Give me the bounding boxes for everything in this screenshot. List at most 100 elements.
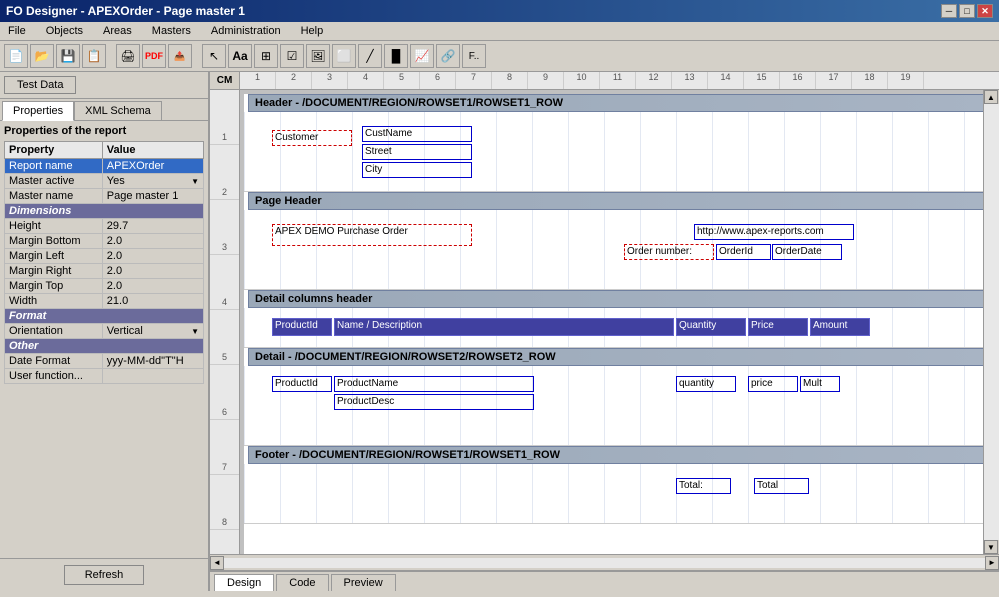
- field-productdesc-field[interactable]: ProductDesc: [334, 394, 534, 410]
- field-mult-field[interactable]: Mult: [800, 376, 840, 392]
- field-demo-title[interactable]: APEX DEMO Purchase Order: [272, 224, 472, 246]
- ruler-tick: 5: [384, 72, 420, 89]
- section-content-detail: ProductIdProductName quantity priceMult Pro…: [244, 366, 983, 446]
- menu-help[interactable]: Help: [297, 24, 328, 38]
- menu-areas[interactable]: Areas: [99, 24, 136, 38]
- prop-label: Margin Bottom: [5, 234, 103, 249]
- section-content-detail-col-header: ProductIdName / DescriptionQuantityPrice…: [244, 308, 983, 348]
- menubar: File Objects Areas Masters Administratio…: [0, 22, 999, 41]
- prop-label: Margin Top: [5, 279, 103, 294]
- vertical-ruler: 12345678910: [210, 90, 240, 554]
- ruler-tick: 6: [420, 72, 456, 89]
- section-content-page-header: APEX DEMO Purchase Order http://www.apex-…: [244, 210, 983, 290]
- prop-value: 29.7: [102, 219, 203, 234]
- field-amount-col[interactable]: Amount: [810, 318, 870, 336]
- vscrollbar[interactable]: ▲ ▼: [983, 90, 999, 554]
- pdf-btn[interactable]: PDF: [142, 44, 166, 68]
- prop-value: 2.0: [102, 234, 203, 249]
- menu-masters[interactable]: Masters: [148, 24, 195, 38]
- field-quantity-field[interactable]: quantity: [676, 376, 736, 392]
- menu-objects[interactable]: Objects: [42, 24, 87, 38]
- line-tool[interactable]: ╱: [358, 44, 382, 68]
- ruler-tick: 7: [456, 72, 492, 89]
- print-btn[interactable]: 🖨: [116, 44, 140, 68]
- tab-xml-schema[interactable]: XML Schema: [74, 101, 162, 120]
- section-content-header: Customer CustName Street City: [244, 112, 983, 192]
- tab-code[interactable]: Code: [276, 574, 328, 591]
- field-street-field[interactable]: Street: [362, 144, 472, 160]
- field-productid-field[interactable]: ProductId: [272, 376, 332, 392]
- ruler-tick: 14: [708, 72, 744, 89]
- menu-administration[interactable]: Administration: [207, 24, 285, 38]
- prop-label: Margin Right: [5, 264, 103, 279]
- test-data-bar: Test Data: [0, 72, 208, 99]
- ruler-ticks: 12345678910111213141516171819: [240, 72, 924, 89]
- chart-tool[interactable]: 📈: [410, 44, 434, 68]
- image-tool[interactable]: 🖼: [306, 44, 330, 68]
- open-btn[interactable]: 📂: [30, 44, 54, 68]
- section-band-page-header: Page Header: [248, 192, 983, 210]
- field-total-label[interactable]: Total:: [676, 478, 731, 494]
- check-tool[interactable]: ☑: [280, 44, 304, 68]
- table-tool[interactable]: ⊞: [254, 44, 278, 68]
- link-tool[interactable]: 🔗: [436, 44, 460, 68]
- section-band-detail: Detail - /DOCUMENT/REGION/ROWSET2/ROWSET…: [248, 348, 983, 366]
- section-band-footer: Footer - /DOCUMENT/REGION/ROWSET1/ROWSET…: [248, 446, 983, 464]
- maximize-btn[interactable]: □: [959, 4, 975, 18]
- section-title: Properties of the report: [4, 125, 204, 137]
- ruler-label: CM: [210, 72, 240, 89]
- field-quantity-col[interactable]: Quantity: [676, 318, 746, 336]
- field-total-field[interactable]: Total: [754, 478, 809, 494]
- props-section-header: Dimensions: [5, 204, 204, 219]
- section-content-footer: Total: Total: [244, 464, 983, 524]
- field-price-field[interactable]: price: [748, 376, 798, 392]
- function-tool[interactable]: F..: [462, 44, 486, 68]
- field-customer-label[interactable]: Customer: [272, 130, 352, 146]
- prop-label: Height: [5, 219, 103, 234]
- canvas-area: CM 12345678910111213141516171819 1234567…: [210, 72, 999, 591]
- menu-file[interactable]: File: [4, 24, 30, 38]
- hscrollbar[interactable]: ◄ ►: [210, 554, 999, 570]
- export-btn[interactable]: 📤: [168, 44, 192, 68]
- refresh-container: Refresh: [0, 558, 208, 591]
- select-tool[interactable]: ↖: [202, 44, 226, 68]
- new-btn[interactable]: 📄: [4, 44, 28, 68]
- design-area[interactable]: Header - /DOCUMENT/REGION/ROWSET1/ROWSET…: [240, 90, 983, 554]
- field-price-col[interactable]: Price: [748, 318, 808, 336]
- ruler-tick: 13: [672, 72, 708, 89]
- field-productname-field[interactable]: ProductName: [334, 376, 534, 392]
- barcode-tool[interactable]: ▐▌: [384, 44, 408, 68]
- save-as-btn[interactable]: 📋: [82, 44, 106, 68]
- ruler-tick: 12: [636, 72, 672, 89]
- prop-value[interactable]: Vertical ▼: [102, 324, 203, 339]
- section-band-detail-col-header: Detail columns header: [248, 290, 983, 308]
- minimize-btn[interactable]: ─: [941, 4, 957, 18]
- prop-value[interactable]: Yes ▼: [102, 174, 203, 189]
- tab-design[interactable]: Design: [214, 574, 274, 591]
- refresh-btn[interactable]: Refresh: [64, 565, 145, 585]
- save-btn[interactable]: 💾: [56, 44, 80, 68]
- field-custname-field[interactable]: CustName: [362, 126, 472, 142]
- field-order-number-label[interactable]: Order number:: [624, 244, 714, 260]
- ruler-tick: 15: [744, 72, 780, 89]
- rect-tool[interactable]: ⬜: [332, 44, 356, 68]
- col-property: Property: [5, 142, 103, 159]
- field-orderdate-field[interactable]: OrderDate: [772, 244, 842, 260]
- vruler-tick: 9: [210, 530, 239, 554]
- test-data-btn[interactable]: Test Data: [4, 76, 76, 94]
- close-btn[interactable]: ✕: [977, 4, 993, 18]
- ruler-tick: 18: [852, 72, 888, 89]
- vruler-tick: 7: [210, 420, 239, 475]
- field-orderid-field[interactable]: OrderId: [716, 244, 771, 260]
- text-tool[interactable]: Aa: [228, 44, 252, 68]
- field-name-desc-col[interactable]: Name / Description: [334, 318, 674, 336]
- tab-properties[interactable]: Properties: [2, 101, 74, 121]
- field-city-field[interactable]: City: [362, 162, 472, 178]
- vruler-tick: 3: [210, 200, 239, 255]
- field-productid-col[interactable]: ProductId: [272, 318, 332, 336]
- tab-preview[interactable]: Preview: [331, 574, 396, 591]
- prop-label: Date Format: [5, 354, 103, 369]
- prop-value: 2.0: [102, 249, 203, 264]
- props-section-header: Other: [5, 339, 204, 354]
- field-url-field[interactable]: http://www.apex-reports.com: [694, 224, 854, 240]
